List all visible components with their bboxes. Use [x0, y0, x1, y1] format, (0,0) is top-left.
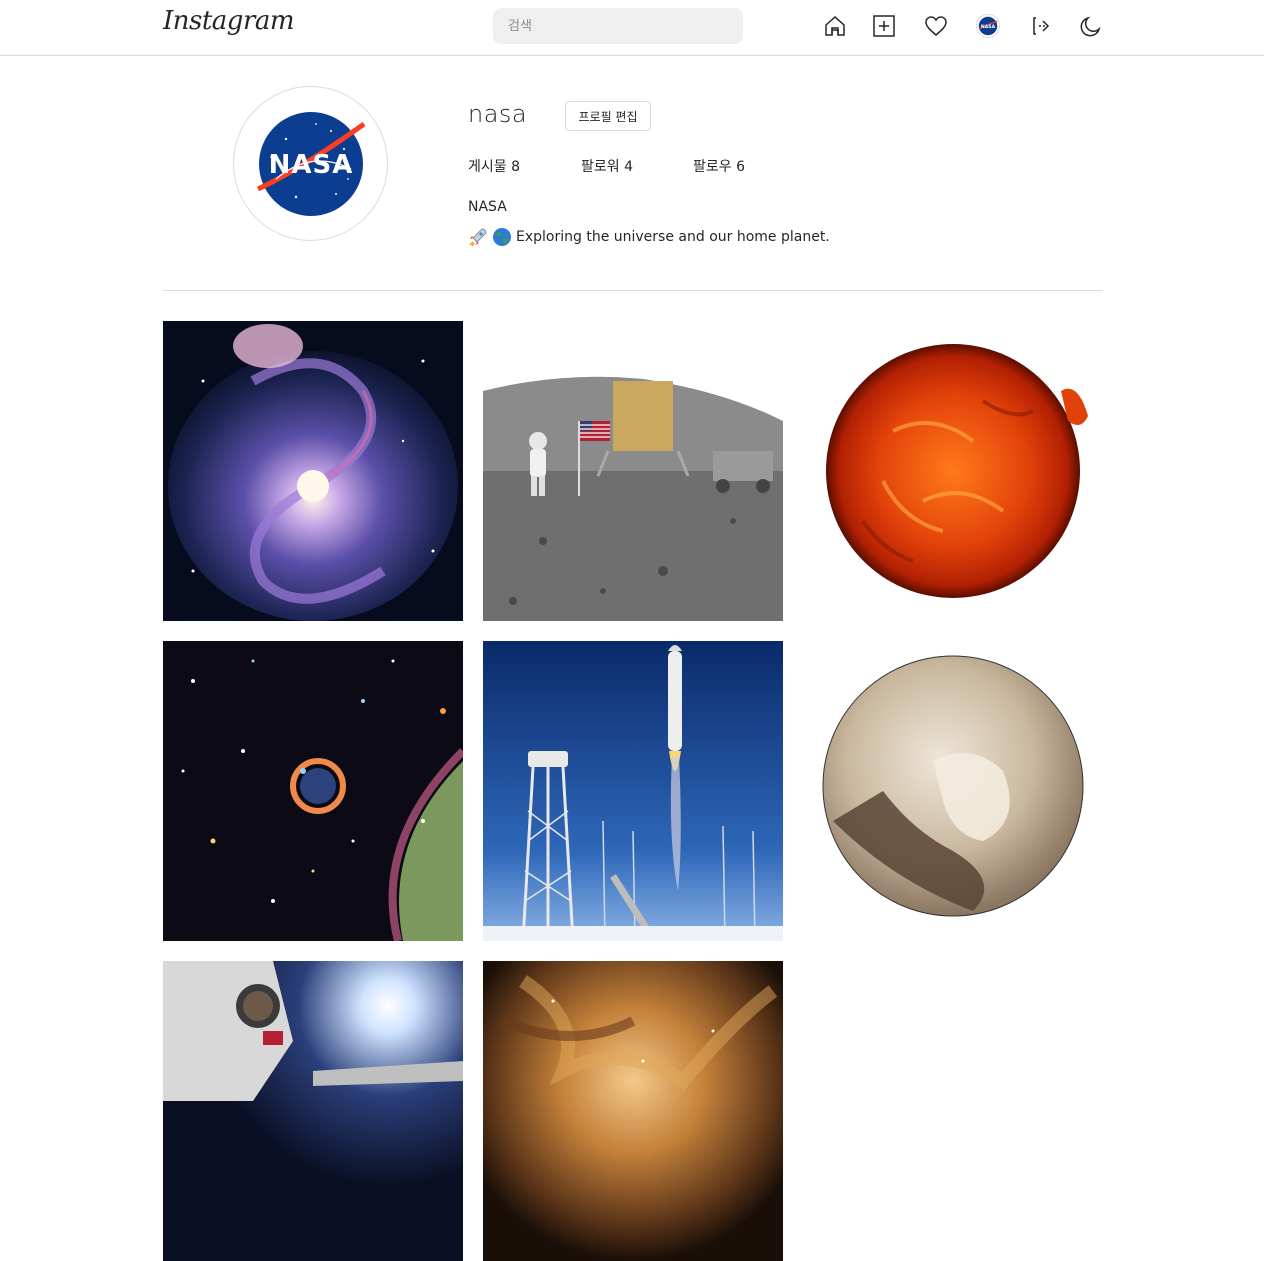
nebula-image [483, 961, 783, 1261]
rocket-emoji-icon [469, 228, 487, 247]
post-thumbnail-pluto[interactable] [803, 641, 1103, 941]
profile-full-name: NASA [468, 199, 507, 215]
post-thumbnail-rocket-launch[interactable] [483, 641, 783, 941]
dark-mode-moon-icon[interactable] [1078, 13, 1104, 39]
instagram-logo[interactable]: Instagram [163, 6, 295, 36]
edit-profile-button[interactable]: 프로필 편집 [565, 101, 651, 131]
nasa-logo-text: NASA [268, 150, 353, 180]
posts-count: 게시물 8 [468, 159, 520, 175]
post-thumbnail-astronaut[interactable] [163, 961, 463, 1261]
post-thumbnail-sun[interactable] [803, 321, 1103, 621]
top-navigation-bar: Instagram NASA [0, 0, 1264, 56]
search-input[interactable] [493, 8, 743, 44]
profile-bio: Exploring the universe and our home plan… [468, 227, 830, 247]
rocket-launch-image [483, 641, 783, 941]
moon-landing-image [483, 321, 783, 621]
new-post-icon[interactable] [871, 13, 897, 39]
profile-divider [163, 290, 1103, 291]
following-count[interactable]: 팔로우 6 [693, 156, 745, 176]
home-icon[interactable] [822, 13, 848, 39]
logout-icon[interactable] [1029, 13, 1055, 39]
svg-text:NASA: NASA [981, 24, 996, 30]
bio-text: Exploring the universe and our home plan… [516, 229, 830, 245]
earth-emoji-icon [493, 228, 511, 246]
post-thumbnail-nebula[interactable] [483, 961, 783, 1261]
supernova-remnant-image [163, 641, 463, 941]
sun-image [803, 321, 1103, 621]
spiral-galaxy-image [163, 321, 463, 621]
post-thumbnail-supernova[interactable] [163, 641, 463, 941]
profile-avatar-icon[interactable]: NASA [975, 13, 1001, 39]
activity-heart-icon[interactable] [923, 13, 949, 39]
astronaut-spacewalk-image [163, 961, 463, 1261]
post-thumbnail-moon-landing[interactable] [483, 321, 783, 621]
profile-picture[interactable]: NASA [233, 86, 388, 241]
profile-username: nasa [468, 100, 528, 128]
followers-count[interactable]: 팔로워 4 [581, 156, 633, 176]
post-thumbnail-spiral-galaxy[interactable] [163, 321, 463, 621]
pluto-image [803, 641, 1103, 941]
nasa-logo: NASA [256, 111, 365, 216]
